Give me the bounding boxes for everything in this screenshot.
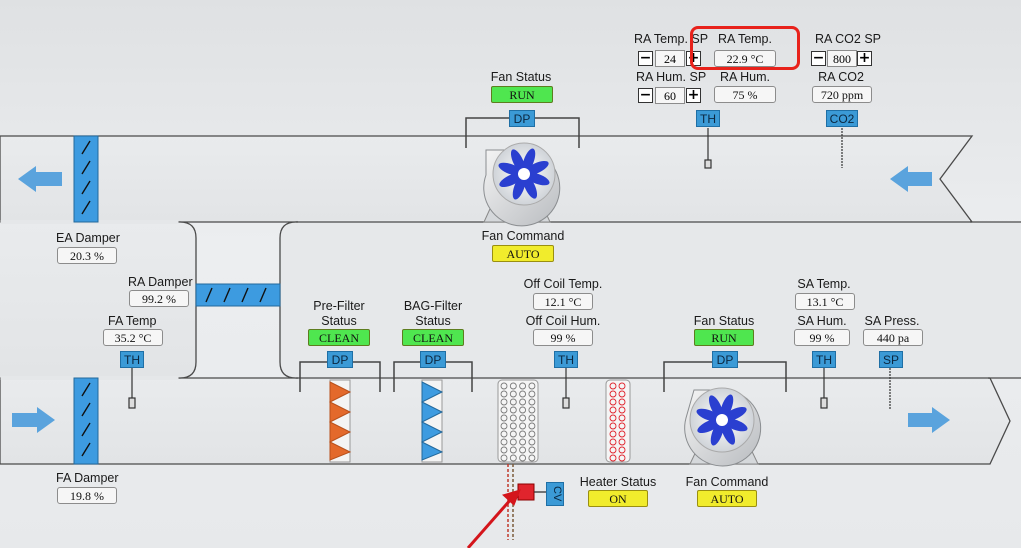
off-coil-temp-label: Off Coil Temp. xyxy=(523,277,603,291)
ra-hum-label: RA Hum. xyxy=(719,70,771,84)
return-fan-command-label: Fan Command xyxy=(481,229,565,243)
ra-co2-value: 720 ppm xyxy=(812,86,872,103)
ra-hum-sp-label: RA Hum. SP xyxy=(636,70,707,84)
fa-damper-label: FA Damper xyxy=(56,471,119,485)
ra-th-sensor-tag[interactable]: TH xyxy=(696,110,720,127)
ra-co2-sp-input[interactable]: 800 xyxy=(827,50,857,67)
supply-fan-command-value[interactable]: AUTO xyxy=(697,490,757,507)
return-fan-dp-tag[interactable]: DP xyxy=(509,110,535,127)
off-coil-temp-value: 12.1 °C xyxy=(533,293,593,310)
ea-damper-value: 20.3 % xyxy=(57,247,117,264)
supply-fan-status-value: RUN xyxy=(694,329,754,346)
off-coil-hum-value: 99 % xyxy=(533,329,593,346)
ra-damper-blades xyxy=(195,283,281,307)
fa-damper-value: 19.8 % xyxy=(57,487,117,504)
fa-temp-label: FA Temp xyxy=(108,314,157,328)
ra-co2-sensor-tag[interactable]: CO2 xyxy=(826,110,858,127)
ra-co2-sp-decrement-button[interactable]: − xyxy=(811,51,826,66)
ra-temp-label: RA Temp. xyxy=(718,32,772,46)
return-fan-command-value[interactable]: AUTO xyxy=(492,245,554,262)
sa-press-value: 440 pa xyxy=(863,329,923,346)
off-coil-hum-label: Off Coil Hum. xyxy=(525,314,601,328)
ra-hum-sp-increment-button[interactable]: + xyxy=(686,88,701,103)
sa-temp-value: 13.1 °C xyxy=(795,293,855,310)
ra-temp-value: 22.9 °C xyxy=(714,50,776,67)
pre-filter-label-2: Status xyxy=(321,314,357,328)
supply-fan-dp-tag[interactable]: DP xyxy=(712,351,738,368)
pre-filter-dp-tag[interactable]: DP xyxy=(327,351,353,368)
ra-temp-sp-input[interactable]: 24 xyxy=(655,50,685,67)
ea-damper-label: EA Damper xyxy=(56,231,120,245)
off-coil-th-sensor-tag[interactable]: TH xyxy=(554,351,578,368)
bag-filter-label-1: BAG-Filter xyxy=(403,299,463,313)
return-fan-status-value: RUN xyxy=(491,86,553,103)
sa-hum-value: 99 % xyxy=(794,329,850,346)
sa-press-label: SA Press. xyxy=(864,314,920,328)
annotation-arrow xyxy=(466,489,521,548)
heater-coil-graphic xyxy=(605,379,631,463)
cooling-valve-cv-tag[interactable]: CV xyxy=(546,482,564,506)
pre-filter-label-1: Pre-Filter xyxy=(313,299,365,313)
ra-co2-sp-increment-button[interactable]: + xyxy=(857,51,872,66)
ra-co2-sp-label: RA CO2 SP xyxy=(815,32,881,46)
heater-status-value: ON xyxy=(588,490,648,507)
ra-hum-sp-input[interactable]: 60 xyxy=(655,87,685,104)
bag-filter-status-value: CLEAN xyxy=(402,329,464,346)
duct-divider xyxy=(279,221,1021,379)
supply-fan-command-label: Fan Command xyxy=(685,475,769,489)
fa-damper-blades xyxy=(73,377,99,465)
return-fan-status-label: Fan Status xyxy=(490,70,552,84)
ra-damper-value: 99.2 % xyxy=(129,290,189,307)
sa-sp-sensor-tag[interactable]: SP xyxy=(879,351,903,368)
supply-fan-status-label: Fan Status xyxy=(693,314,755,328)
sa-th-sensor-tag[interactable]: TH xyxy=(812,351,836,368)
sa-temp-label: SA Temp. xyxy=(797,277,851,291)
bag-filter-dp-tag[interactable]: DP xyxy=(420,351,446,368)
pre-filter-status-value: CLEAN xyxy=(308,329,370,346)
bag-filter-label-2: Status xyxy=(415,314,451,328)
fa-temp-value: 35.2 °C xyxy=(103,329,163,346)
ra-hum-sp-decrement-button[interactable]: − xyxy=(638,88,653,103)
ra-temp-sp-decrement-button[interactable]: − xyxy=(638,51,653,66)
fa-th-sensor-tag[interactable]: TH xyxy=(120,351,144,368)
ra-co2-label: RA CO2 xyxy=(818,70,864,84)
sa-hum-label: SA Hum. xyxy=(797,314,847,328)
heater-status-label: Heater Status xyxy=(579,475,657,489)
ra-hum-value: 75 % xyxy=(714,86,776,103)
ea-damper-blades xyxy=(73,135,99,223)
ra-damper-label: RA Damper xyxy=(128,275,193,289)
